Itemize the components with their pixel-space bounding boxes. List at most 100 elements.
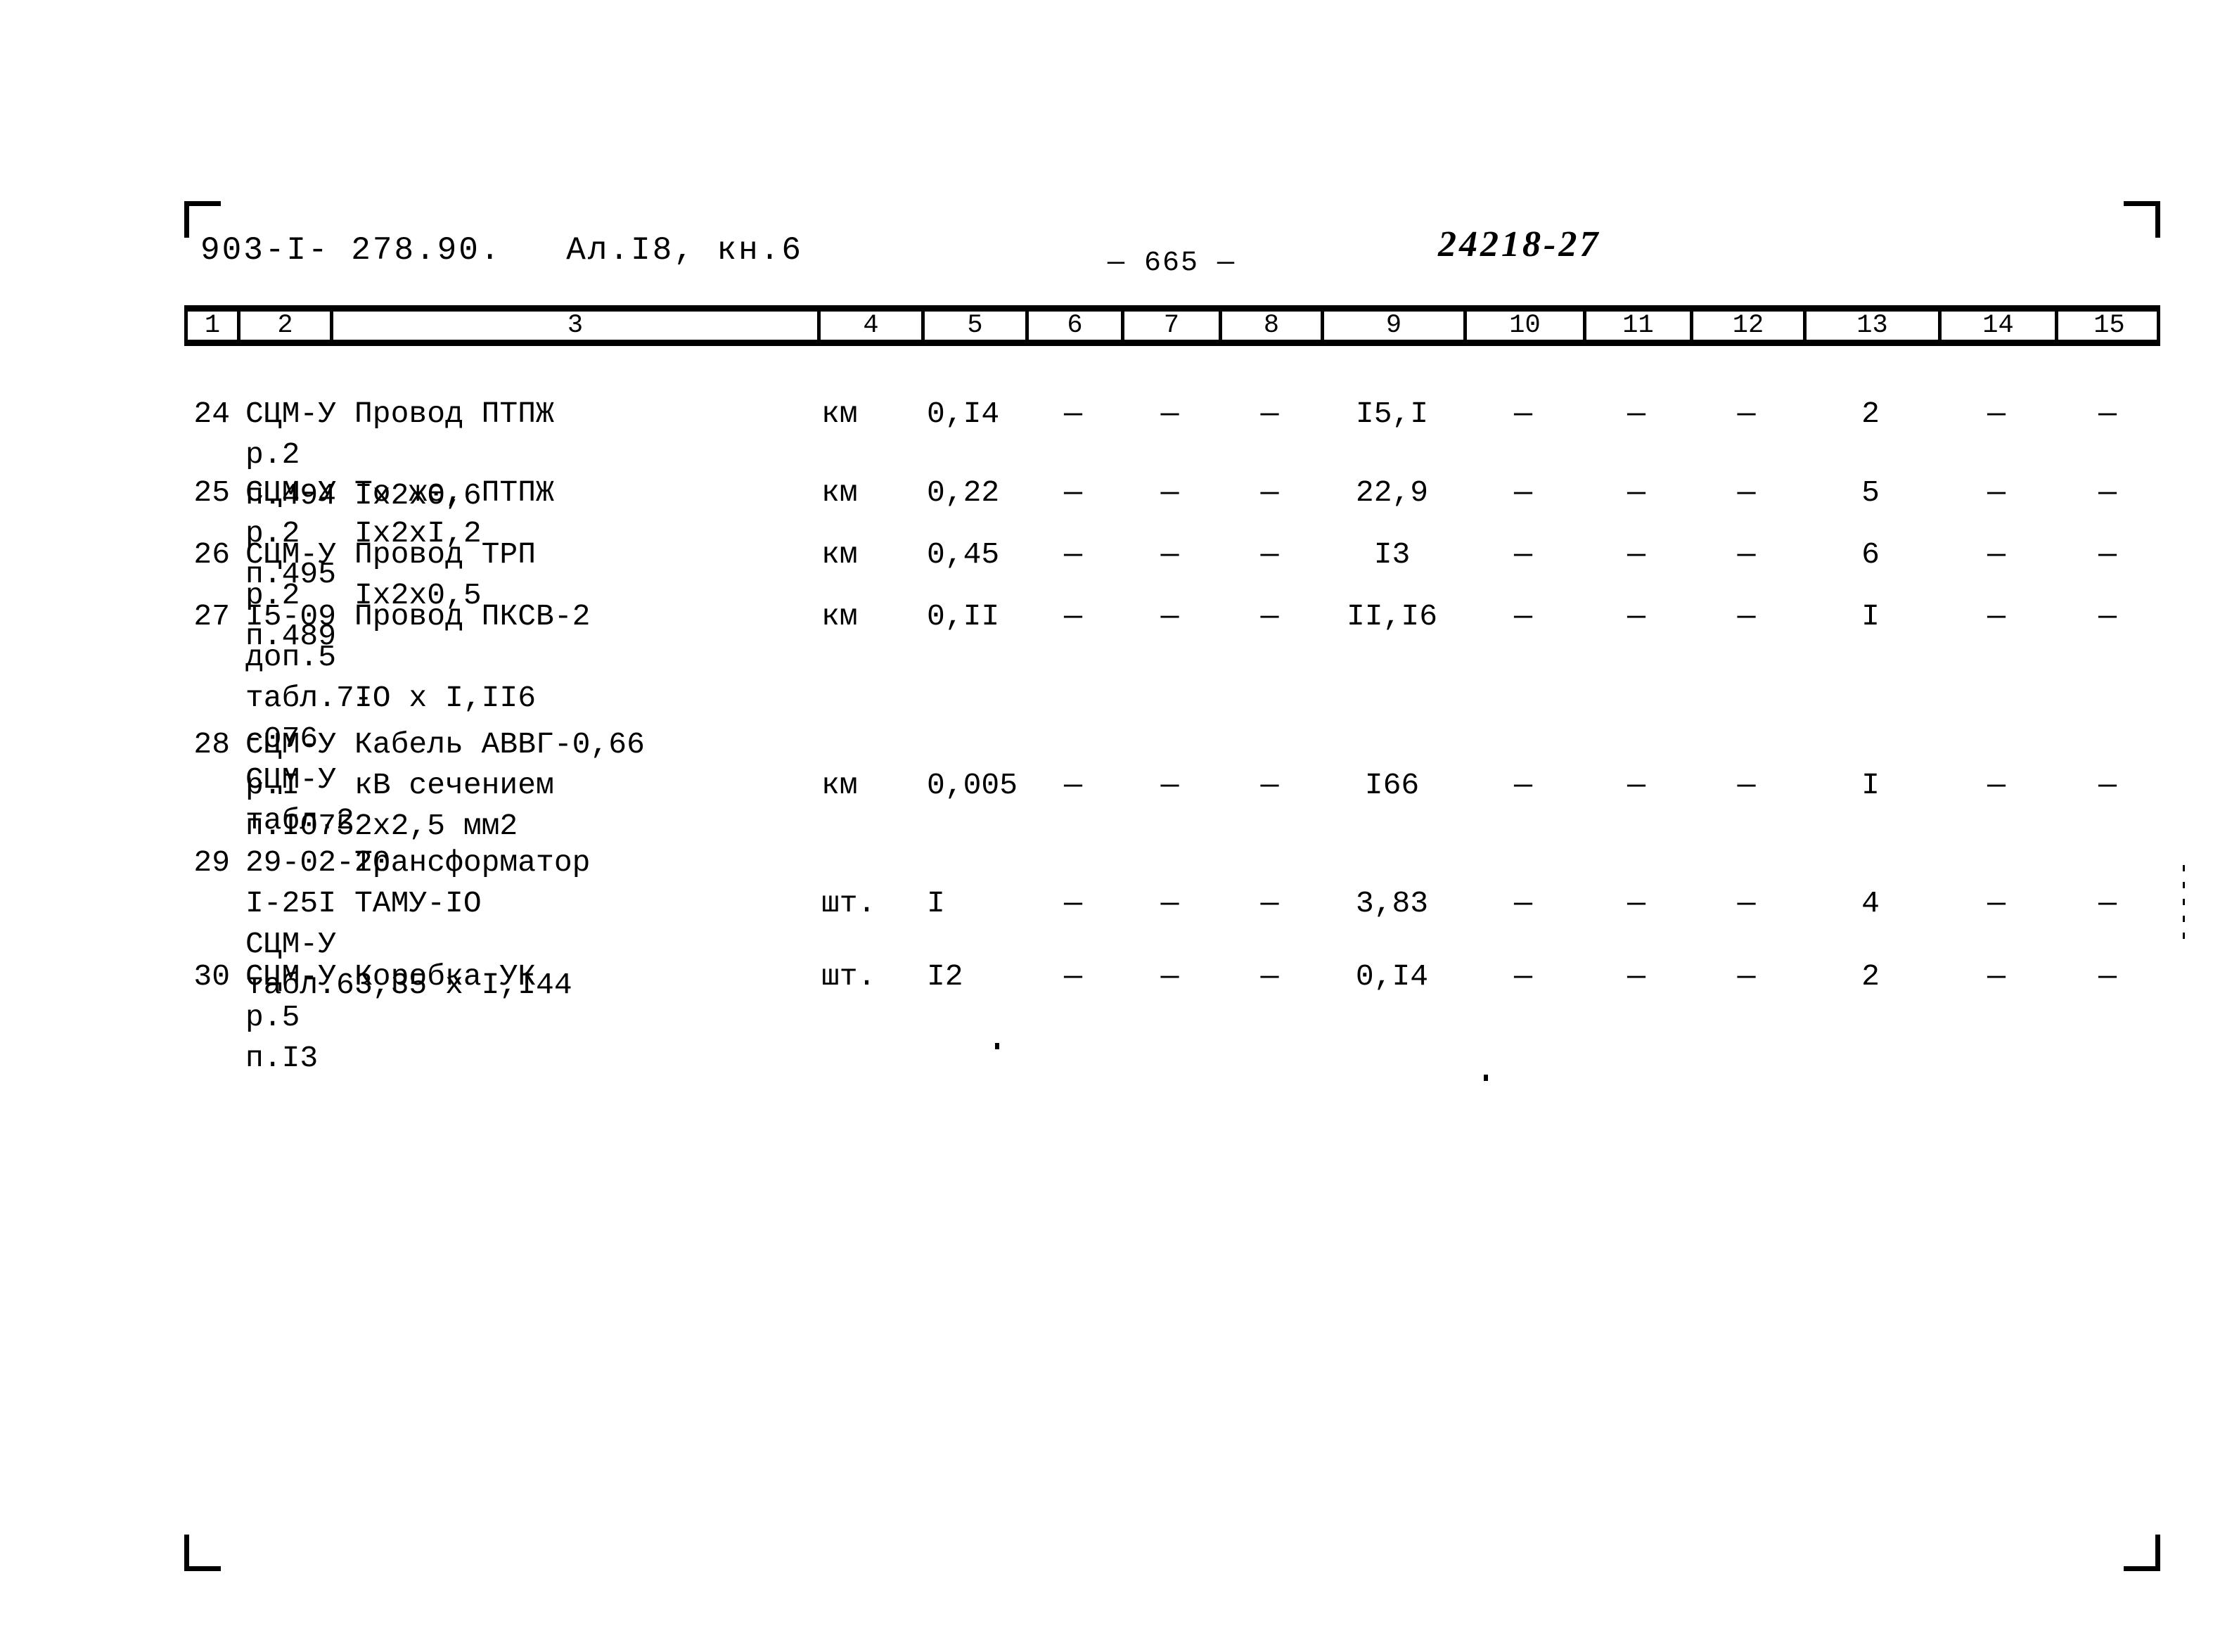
- row-value-col9: I66: [1364, 768, 1420, 802]
- row-value-col6: —: [1064, 475, 1082, 510]
- column-header-5: 5: [921, 312, 1025, 340]
- row-value-col12: —: [1737, 475, 1756, 510]
- row-value-col8: —: [1260, 475, 1279, 510]
- row-value-col9: 22,9: [1355, 475, 1429, 510]
- row-value-col14: —: [1987, 599, 2006, 634]
- document-code-header: 903-I- 278.90. Ал.I8, кн.6: [200, 232, 803, 269]
- row-item-number: 29: [193, 845, 230, 880]
- row-value-col6: —: [1064, 537, 1082, 572]
- row-value-col11: —: [1627, 599, 1645, 634]
- column-header-12: 12: [1690, 312, 1803, 340]
- row-item-number: 30: [193, 959, 230, 994]
- column-header-13: 13: [1803, 312, 1938, 340]
- margin-tick-mark: [2183, 865, 2185, 942]
- row-value-col7: —: [1160, 475, 1179, 510]
- row-value-col15: —: [2098, 537, 2117, 572]
- row-value-col14: —: [1987, 537, 2006, 572]
- row-description: Провод ПКСВ-2 IО х I,II6: [354, 599, 591, 715]
- row-value-col10: —: [1514, 397, 1532, 431]
- row-item-number: 25: [193, 475, 230, 510]
- crop-mark-bottom-right: [2124, 1535, 2160, 1571]
- row-value-col11: —: [1627, 768, 1645, 802]
- row-value-col15: —: [2098, 768, 2117, 802]
- row-value-col5: 0,22: [927, 475, 1000, 510]
- table-column-number-band: 1 2 3 4 5 6 7 8 9 10 11 12 13 14 15: [184, 305, 2160, 346]
- row-value-col7: —: [1160, 959, 1179, 994]
- row-item-number: 28: [193, 727, 230, 762]
- column-header-7: 7: [1121, 312, 1219, 340]
- row-unit: км: [821, 475, 858, 510]
- row-value-col11: —: [1627, 397, 1645, 431]
- row-value-col11: —: [1627, 886, 1645, 921]
- row-item-number: 26: [193, 537, 230, 572]
- column-header-1: 1: [184, 312, 237, 340]
- row-value-col6: —: [1064, 886, 1082, 921]
- row-unit: шт.: [821, 959, 876, 994]
- row-value-col10: —: [1514, 959, 1532, 994]
- row-value-col8: —: [1260, 886, 1279, 921]
- row-value-col10: —: [1514, 599, 1532, 634]
- row-value-col10: —: [1514, 886, 1532, 921]
- row-value-col14: —: [1987, 768, 2006, 802]
- column-header-14: 14: [1938, 312, 2055, 340]
- row-unit: км: [821, 537, 858, 572]
- row-value-col14: —: [1987, 959, 2006, 994]
- row-value-col5: 0,005: [927, 768, 1018, 802]
- column-header-9: 9: [1321, 312, 1463, 340]
- row-value-col14: —: [1987, 886, 2006, 921]
- row-value-col15: —: [2098, 959, 2117, 994]
- row-value-col6: —: [1064, 397, 1082, 431]
- row-value-col5: I2: [927, 959, 963, 994]
- row-value-col15: —: [2098, 886, 2117, 921]
- row-value-col7: —: [1160, 886, 1179, 921]
- column-header-2: 2: [237, 312, 330, 340]
- row-value-col10: —: [1514, 475, 1532, 510]
- page-number: — 665 —: [1108, 248, 1236, 279]
- column-header-6: 6: [1025, 312, 1121, 340]
- column-header-11: 11: [1583, 312, 1690, 340]
- column-header-8: 8: [1219, 312, 1321, 340]
- row-value-col12: —: [1737, 959, 1756, 994]
- row-value-col12: —: [1737, 397, 1756, 431]
- row-value-col10: —: [1514, 768, 1532, 802]
- column-header-10: 10: [1463, 312, 1583, 340]
- column-header-3: 3: [330, 312, 817, 340]
- row-value-col11: —: [1627, 537, 1645, 572]
- row-value-col7: —: [1160, 397, 1179, 431]
- row-value-col14: —: [1987, 397, 2006, 431]
- scan-artifact-speck: [995, 1043, 999, 1049]
- row-unit: км: [821, 599, 858, 634]
- row-value-col14: —: [1987, 475, 2006, 510]
- row-value-col7: —: [1160, 537, 1179, 572]
- row-value-col8: —: [1260, 768, 1279, 802]
- row-value-col9: I5,I: [1355, 397, 1429, 431]
- row-value-col5: I: [927, 886, 945, 921]
- crop-mark-bottom-left: [184, 1535, 221, 1571]
- row-value-col9: II,I6: [1346, 599, 1438, 634]
- row-item-number: 24: [193, 397, 230, 431]
- column-header-4: 4: [817, 312, 921, 340]
- row-value-col13: 4: [1861, 886, 1880, 921]
- row-value-col15: —: [2098, 397, 2117, 431]
- row-value-col15: —: [2098, 475, 2117, 510]
- row-value-col6: —: [1064, 959, 1082, 994]
- row-value-col5: 0,II: [927, 599, 1000, 634]
- row-value-col8: —: [1260, 537, 1279, 572]
- row-value-col13: 2: [1861, 959, 1880, 994]
- row-description: Коробка УК: [354, 959, 537, 994]
- handwritten-archive-number: 24218-27: [1438, 224, 1601, 264]
- row-value-col13: 2: [1861, 397, 1880, 431]
- row-unit: шт.: [821, 886, 876, 921]
- row-value-col5: 0,I4: [927, 397, 1000, 431]
- row-value-col11: —: [1627, 959, 1645, 994]
- row-value-col12: —: [1737, 537, 1756, 572]
- row-value-col6: —: [1064, 599, 1082, 634]
- row-value-col8: —: [1260, 397, 1279, 431]
- crop-mark-top-right: [2124, 201, 2160, 238]
- row-value-col9: 3,83: [1355, 886, 1429, 921]
- row-value-col12: —: [1737, 886, 1756, 921]
- row-item-number: 27: [193, 599, 230, 634]
- row-value-col13: 6: [1861, 537, 1880, 572]
- row-value-col8: —: [1260, 959, 1279, 994]
- row-value-col5: 0,45: [927, 537, 1000, 572]
